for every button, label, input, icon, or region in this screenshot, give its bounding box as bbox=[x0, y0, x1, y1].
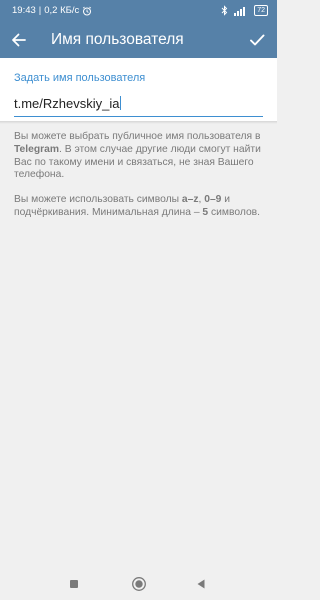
info-text-bold: 0–9 bbox=[204, 194, 222, 205]
arrow-left-icon[interactable] bbox=[10, 31, 28, 49]
username-input[interactable]: t.me/Rzhevskiy_ia bbox=[14, 96, 122, 111]
battery-indicator: 72 bbox=[254, 5, 268, 16]
section-label: Задать имя пользователя bbox=[14, 72, 146, 84]
square-icon[interactable] bbox=[66, 576, 82, 592]
page-title: Имя пользователя bbox=[51, 31, 184, 48]
input-underline bbox=[14, 116, 263, 117]
username-value: t.me/Rzhevskiy_ia bbox=[14, 96, 120, 111]
app-bar: Имя пользователя bbox=[0, 22, 277, 58]
info-paragraph-public-name: Вы можете выбрать публичное имя пользова… bbox=[14, 131, 264, 182]
info-text-bold: a–z bbox=[181, 194, 199, 205]
bluetooth-icon bbox=[221, 5, 228, 16]
triangle-back-icon[interactable] bbox=[193, 576, 209, 592]
status-time: 19:43 bbox=[12, 5, 36, 16]
status-bar: 19:43 | 0,2 КБ/с 72 bbox=[0, 0, 277, 22]
info-text: символов. bbox=[208, 206, 261, 218]
info-text: Вы можете использовать символы bbox=[14, 194, 182, 205]
text-cursor bbox=[120, 96, 122, 110]
signal-icon bbox=[234, 6, 246, 16]
card-shadow bbox=[0, 121, 277, 124]
checkmark-icon[interactable] bbox=[248, 31, 266, 49]
info-paragraph-rules: Вы можете использовать символы a–z, 0–9 … bbox=[14, 194, 264, 220]
system-navigation-bar bbox=[0, 566, 277, 600]
circle-icon[interactable] bbox=[131, 576, 147, 592]
network-speed: 0,2 КБ/с bbox=[44, 5, 80, 16]
info-text-bold: Telegram bbox=[14, 143, 60, 155]
status-separator: | bbox=[38, 5, 42, 16]
alarm-clock-icon bbox=[83, 6, 92, 15]
username-card: Задать имя пользователя t.me/Rzhevskiy_i… bbox=[0, 58, 277, 121]
info-text: Вы можете выбрать публичное имя пользова… bbox=[14, 131, 261, 142]
